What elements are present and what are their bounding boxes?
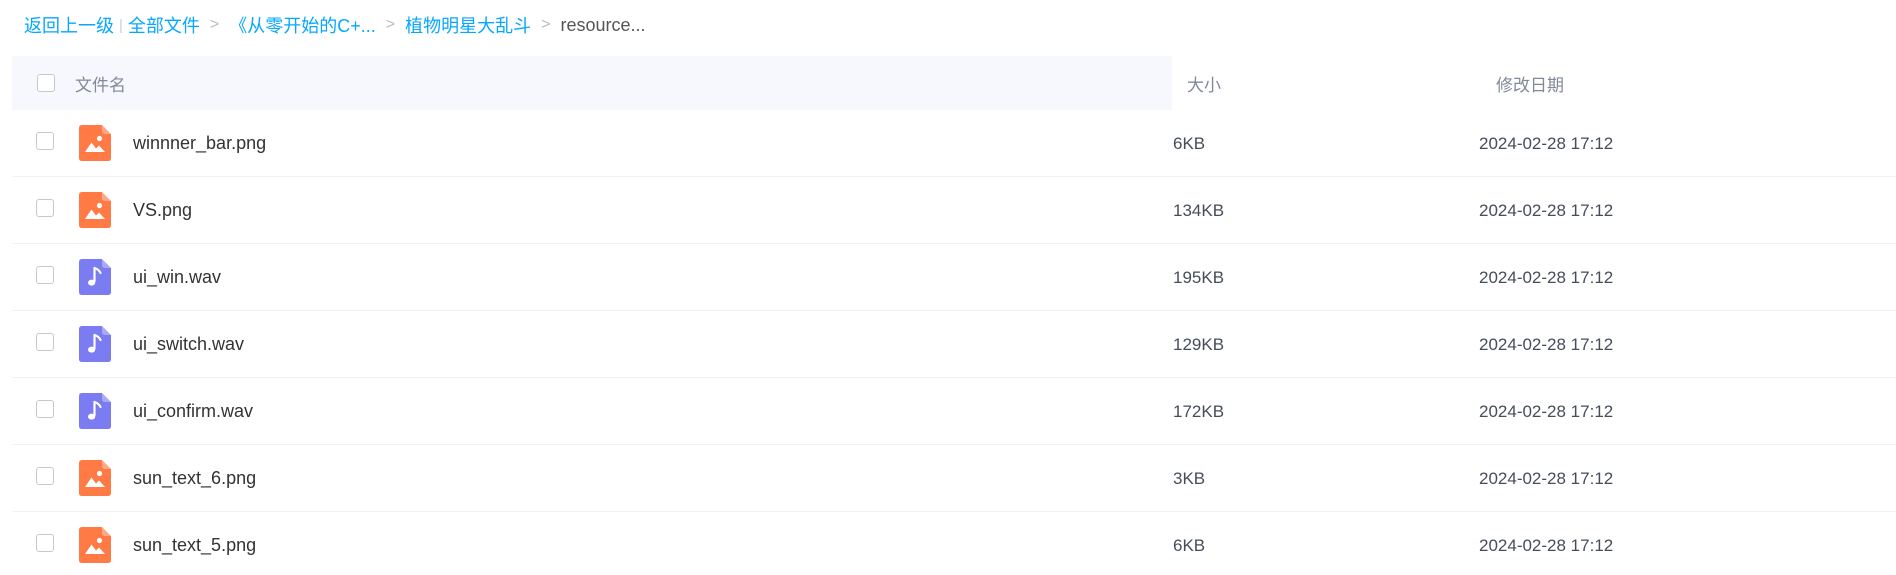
image-file-icon [79, 192, 111, 228]
breadcrumb-folder-game[interactable]: 植物明星大乱斗 [405, 12, 531, 38]
image-file-icon [79, 460, 111, 496]
file-name[interactable]: ui_win.wav [133, 244, 221, 311]
table-row[interactable]: winnner_bar.png 6KB 2024-02-28 17:12 [12, 110, 1896, 177]
file-size: 129KB [1173, 334, 1225, 354]
file-size: 6KB [1173, 133, 1206, 153]
file-name[interactable]: sun_text_5.png [133, 512, 256, 575]
file-name[interactable]: winnner_bar.png [133, 110, 266, 177]
table-row[interactable]: ui_confirm.wav 172KB 2024-02-28 17:12 [12, 378, 1896, 445]
file-name[interactable]: sun_text_6.png [133, 445, 256, 512]
file-name[interactable]: ui_switch.wav [133, 311, 244, 378]
row-checkbox[interactable] [36, 333, 54, 351]
file-date: 2024-02-28 17:12 [1479, 535, 1614, 555]
file-size: 6KB [1173, 535, 1206, 555]
file-list: winnner_bar.png 6KB 2024-02-28 17:12 VS.… [12, 110, 1896, 575]
file-date: 2024-02-28 17:12 [1479, 468, 1614, 488]
file-date: 2024-02-28 17:12 [1479, 200, 1614, 220]
file-browser: 返回上一级 | 全部文件 > 《从零开始的C+... > 植物明星大乱斗 > r… [0, 0, 1896, 575]
select-all-checkbox[interactable] [37, 74, 55, 92]
file-size: 3KB [1173, 468, 1206, 488]
table-row[interactable]: sun_text_5.png 6KB 2024-02-28 17:12 [12, 512, 1896, 575]
table-header-background [12, 56, 1172, 110]
table-header: 文件名 大小 修改日期 [12, 56, 1896, 110]
table-row[interactable]: VS.png 134KB 2024-02-28 17:12 [12, 177, 1896, 244]
breadcrumb-all-files[interactable]: 全部文件 [128, 12, 200, 38]
file-name[interactable]: VS.png [133, 177, 192, 244]
row-checkbox[interactable] [36, 199, 54, 217]
image-file-icon [79, 125, 111, 161]
audio-file-icon [79, 259, 111, 295]
breadcrumb-folder-course[interactable]: 《从零开始的C+... [229, 12, 376, 38]
file-name[interactable]: ui_confirm.wav [133, 378, 253, 445]
table-row[interactable]: ui_switch.wav 129KB 2024-02-28 17:12 [12, 311, 1896, 378]
row-checkbox[interactable] [36, 534, 54, 552]
file-size: 134KB [1173, 200, 1225, 220]
file-date: 2024-02-28 17:12 [1479, 133, 1614, 153]
table-row[interactable]: ui_win.wav 195KB 2024-02-28 17:12 [12, 244, 1896, 311]
row-checkbox[interactable] [36, 400, 54, 418]
row-checkbox[interactable] [36, 467, 54, 485]
row-checkbox[interactable] [36, 132, 54, 150]
audio-file-icon [79, 393, 111, 429]
breadcrumb-separator: > [385, 16, 396, 33]
breadcrumb-divider: | [119, 16, 123, 34]
file-size: 172KB [1173, 401, 1225, 421]
table-row[interactable]: sun_text_6.png 3KB 2024-02-28 17:12 [12, 445, 1896, 512]
file-date: 2024-02-28 17:12 [1479, 267, 1614, 287]
breadcrumb-separator: > [541, 16, 551, 33]
column-header-date[interactable]: 修改日期 [1496, 56, 1564, 110]
column-header-size[interactable]: 大小 [1187, 56, 1221, 110]
file-date: 2024-02-28 17:12 [1479, 334, 1614, 354]
row-checkbox[interactable] [36, 266, 54, 284]
file-size: 195KB [1173, 267, 1225, 287]
breadcrumb: 返回上一级 | 全部文件 > 《从零开始的C+... > 植物明星大乱斗 > r… [24, 12, 646, 38]
audio-file-icon [79, 326, 111, 362]
file-date: 2024-02-28 17:12 [1479, 401, 1614, 421]
image-file-icon [79, 527, 111, 563]
column-header-name[interactable]: 文件名 [75, 56, 126, 110]
back-link[interactable]: 返回上一级 [24, 12, 114, 38]
breadcrumb-separator: > [209, 16, 220, 33]
breadcrumb-current: resource... [560, 14, 646, 35]
